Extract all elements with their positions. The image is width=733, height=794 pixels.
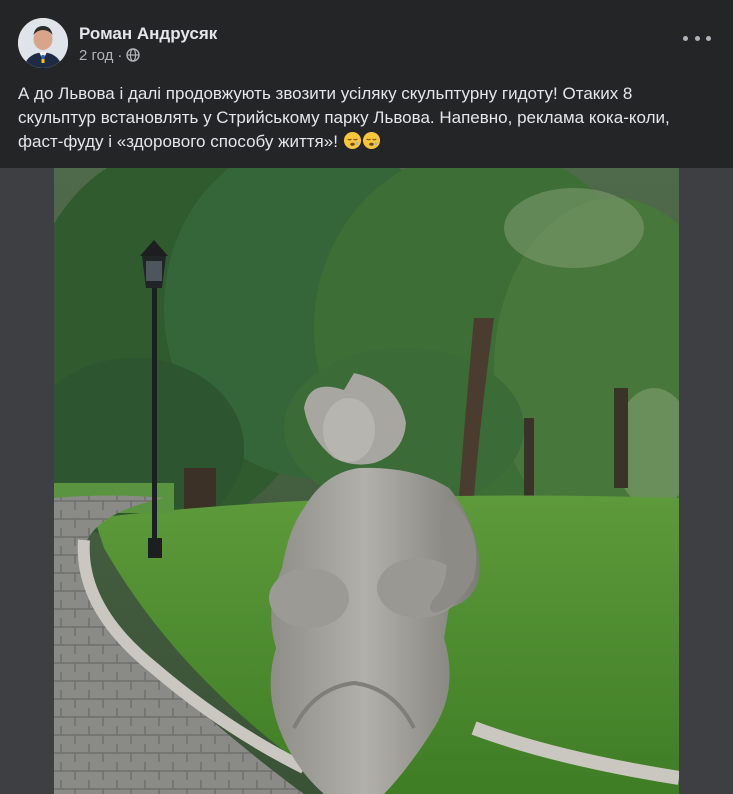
post-text: А до Львова і далі продовжують звозити у… [18,82,708,154]
sleepy-face-emoji [362,131,381,150]
sleepy-face-emoji [343,131,362,150]
avatar-image [18,18,68,68]
park-sculpture-image [54,168,679,794]
author-name[interactable]: Роман Андрусяк [79,23,217,45]
post-timestamp[interactable]: 2 год [79,47,113,64]
post-photo[interactable] [54,168,679,794]
facebook-post: Роман Андрусяк 2 год · А до Львова і дал… [0,0,733,794]
meta-separator: · [117,46,123,64]
post-header: Роман Андрусяк 2 год · [18,18,217,68]
author-info: Роман Андрусяк 2 год · [79,23,217,64]
globe-icon[interactable] [126,48,141,62]
more-options-button[interactable] [683,28,711,48]
post-meta: 2 год · [79,47,217,64]
more-horizontal-icon [683,35,688,41]
author-avatar[interactable] [18,18,68,68]
